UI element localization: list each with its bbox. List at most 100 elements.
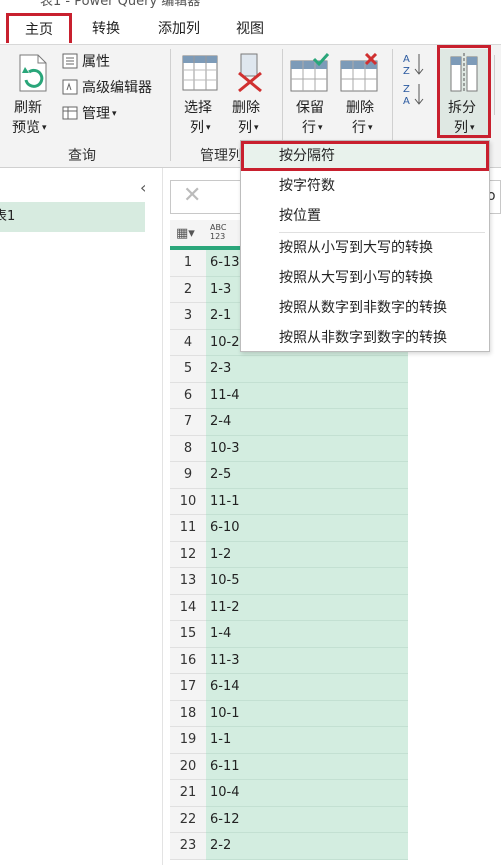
row-number: 3 — [170, 303, 206, 330]
table-row[interactable]: 19 1-1 — [170, 727, 408, 754]
row-number: 10 — [170, 488, 206, 515]
table-row[interactable]: 6 11-4 — [170, 382, 408, 409]
preview-label-wrap: 预览 ▾ — [12, 117, 47, 137]
table-row[interactable]: 16 11-3 — [170, 647, 408, 674]
keep-row-label-wrap: 行 ▾ — [302, 117, 323, 137]
cell-value[interactable]: 11-3 — [206, 647, 408, 674]
table-row[interactable]: 5 2-3 — [170, 356, 408, 383]
preview-label: 预览 — [12, 120, 40, 136]
table-row[interactable]: 23 2-2 — [170, 833, 408, 860]
row-number: 1 — [170, 250, 206, 277]
table-row[interactable]: 14 11-2 — [170, 594, 408, 621]
select-columns-icon — [182, 55, 218, 91]
type-icon[interactable]: ABC 123 — [210, 223, 226, 241]
properties-button[interactable]: 属性 — [62, 51, 162, 73]
manage-label-wrap: 管理 ▾ — [82, 103, 117, 123]
cell-value[interactable]: 6-11 — [206, 753, 408, 780]
cell-value[interactable]: 2-3 — [206, 356, 408, 383]
sort-descending-icon: Z A — [403, 84, 424, 107]
menu-item-by-number-of-characters[interactable]: 按字符数 — [241, 171, 489, 201]
cell-value[interactable]: 1-1 — [206, 727, 408, 754]
keep-rows-icon — [290, 53, 330, 92]
refresh-preview-button[interactable]: 刷新 预览 ▾ — [8, 49, 56, 139]
manage-label: 管理 — [82, 106, 110, 122]
cell-value[interactable]: 2-4 — [206, 409, 408, 436]
tab-transform[interactable]: 转换 — [80, 18, 132, 40]
cancel-icon[interactable]: ✕ — [183, 183, 201, 208]
cell-value[interactable]: 1-2 — [206, 541, 408, 568]
table-row[interactable]: 20 6-11 — [170, 753, 408, 780]
menu-item-by-delimiter[interactable]: 按分隔符 — [241, 141, 489, 171]
tab-home[interactable]: 主页 — [6, 13, 72, 43]
menu-item-by-positions[interactable]: 按位置 — [241, 201, 489, 231]
chevron-down-icon: ▾ — [318, 123, 323, 133]
cell-value[interactable]: 2-5 — [206, 462, 408, 489]
table-row[interactable]: 9 2-5 — [170, 462, 408, 489]
row-label: 行 — [302, 120, 316, 136]
tab-view[interactable]: 视图 — [224, 18, 276, 40]
row-number: 18 — [170, 700, 206, 727]
sort-descending-button[interactable]: Z A — [402, 81, 426, 107]
row-number: 16 — [170, 647, 206, 674]
remove-rows-button[interactable]: 删除 行 ▾ — [338, 49, 384, 139]
table-row[interactable]: 22 6-12 — [170, 806, 408, 833]
table-row[interactable]: 15 1-4 — [170, 621, 408, 648]
chevron-down-icon: ▾ — [254, 123, 259, 133]
cell-value[interactable]: 6-10 — [206, 515, 408, 542]
select-label: 选择 — [184, 100, 212, 116]
split-column-menu: 按分隔符 按字符数 按位置 按照从小写到大写的转换 按照从大写到小写的转换 按照… — [240, 140, 490, 352]
table-row[interactable]: 8 10-3 — [170, 435, 408, 462]
svg-text:Z: Z — [403, 84, 410, 95]
group-label-manage-columns: 管理列 — [200, 148, 242, 164]
window-title: 表1 - Power Query 编辑器 — [40, 0, 201, 8]
cell-value[interactable]: 11-1 — [206, 488, 408, 515]
refresh-label: 刷新 — [14, 100, 42, 116]
sort-ascending-button[interactable]: A Z — [402, 51, 426, 77]
cell-value[interactable]: 6-14 — [206, 674, 408, 701]
table-row[interactable]: 10 11-1 — [170, 488, 408, 515]
keep-rows-button[interactable]: 保留 行 ▾ — [288, 49, 334, 139]
cell-value[interactable]: 10-3 — [206, 435, 408, 462]
tab-add-column[interactable]: 添加列 — [146, 18, 212, 40]
advanced-editor-button[interactable]: 高级编辑器 — [62, 77, 162, 99]
row-number: 12 — [170, 541, 206, 568]
table-row[interactable]: 12 1-2 — [170, 541, 408, 568]
select-columns-button[interactable]: 选择 列 ▾ — [176, 49, 224, 139]
cell-value[interactable]: 6-12 — [206, 806, 408, 833]
properties-label: 属性 — [82, 54, 110, 70]
menu-item-digit-to-nondigit[interactable]: 按照从数字到非数字的转换 — [241, 293, 489, 323]
properties-icon — [62, 53, 78, 69]
table-row[interactable]: 7 2-4 — [170, 409, 408, 436]
table-row[interactable]: 18 10-1 — [170, 700, 408, 727]
cell-value[interactable]: 10-1 — [206, 700, 408, 727]
chevron-down-icon: ▾ — [206, 123, 211, 133]
group-label-query: 查询 — [68, 148, 96, 164]
remove-rows-label: 删除 — [346, 100, 374, 116]
cell-value[interactable]: 10-5 — [206, 568, 408, 595]
manage-button[interactable]: 管理 ▾ — [62, 103, 162, 125]
query-item[interactable]: 表1 — [0, 202, 145, 232]
cell-value[interactable]: 11-4 — [206, 382, 408, 409]
chevron-left-icon[interactable]: ‹ — [140, 178, 146, 197]
chevron-down-icon: ▾ — [368, 123, 373, 133]
row-number: 9 — [170, 462, 206, 489]
remove-columns-button[interactable]: 删除 列 ▾ — [228, 49, 272, 139]
menu-item-upper-to-lower[interactable]: 按照从大写到小写的转换 — [241, 263, 489, 293]
row-number: 5 — [170, 356, 206, 383]
cell-value[interactable]: 2-2 — [206, 833, 408, 860]
table-menu-icon[interactable]: ▦▾ — [176, 226, 195, 241]
menu-item-nondigit-to-digit[interactable]: 按照从非数字到数字的转换 — [241, 323, 489, 353]
cell-value[interactable]: 1-4 — [206, 621, 408, 648]
row-number: 21 — [170, 780, 206, 807]
advanced-editor-label: 高级编辑器 — [82, 80, 152, 96]
table-row[interactable]: 11 6-10 — [170, 515, 408, 542]
menu-item-lower-to-upper[interactable]: 按照从小写到大写的转换 — [241, 233, 489, 263]
table-row[interactable]: 21 10-4 — [170, 780, 408, 807]
row-number: 19 — [170, 727, 206, 754]
table-row[interactable]: 13 10-5 — [170, 568, 408, 595]
table-row[interactable]: 17 6-14 — [170, 674, 408, 701]
remove-col-label-wrap: 列 ▾ — [238, 117, 259, 137]
row-number: 8 — [170, 435, 206, 462]
cell-value[interactable]: 11-2 — [206, 594, 408, 621]
cell-value[interactable]: 10-4 — [206, 780, 408, 807]
